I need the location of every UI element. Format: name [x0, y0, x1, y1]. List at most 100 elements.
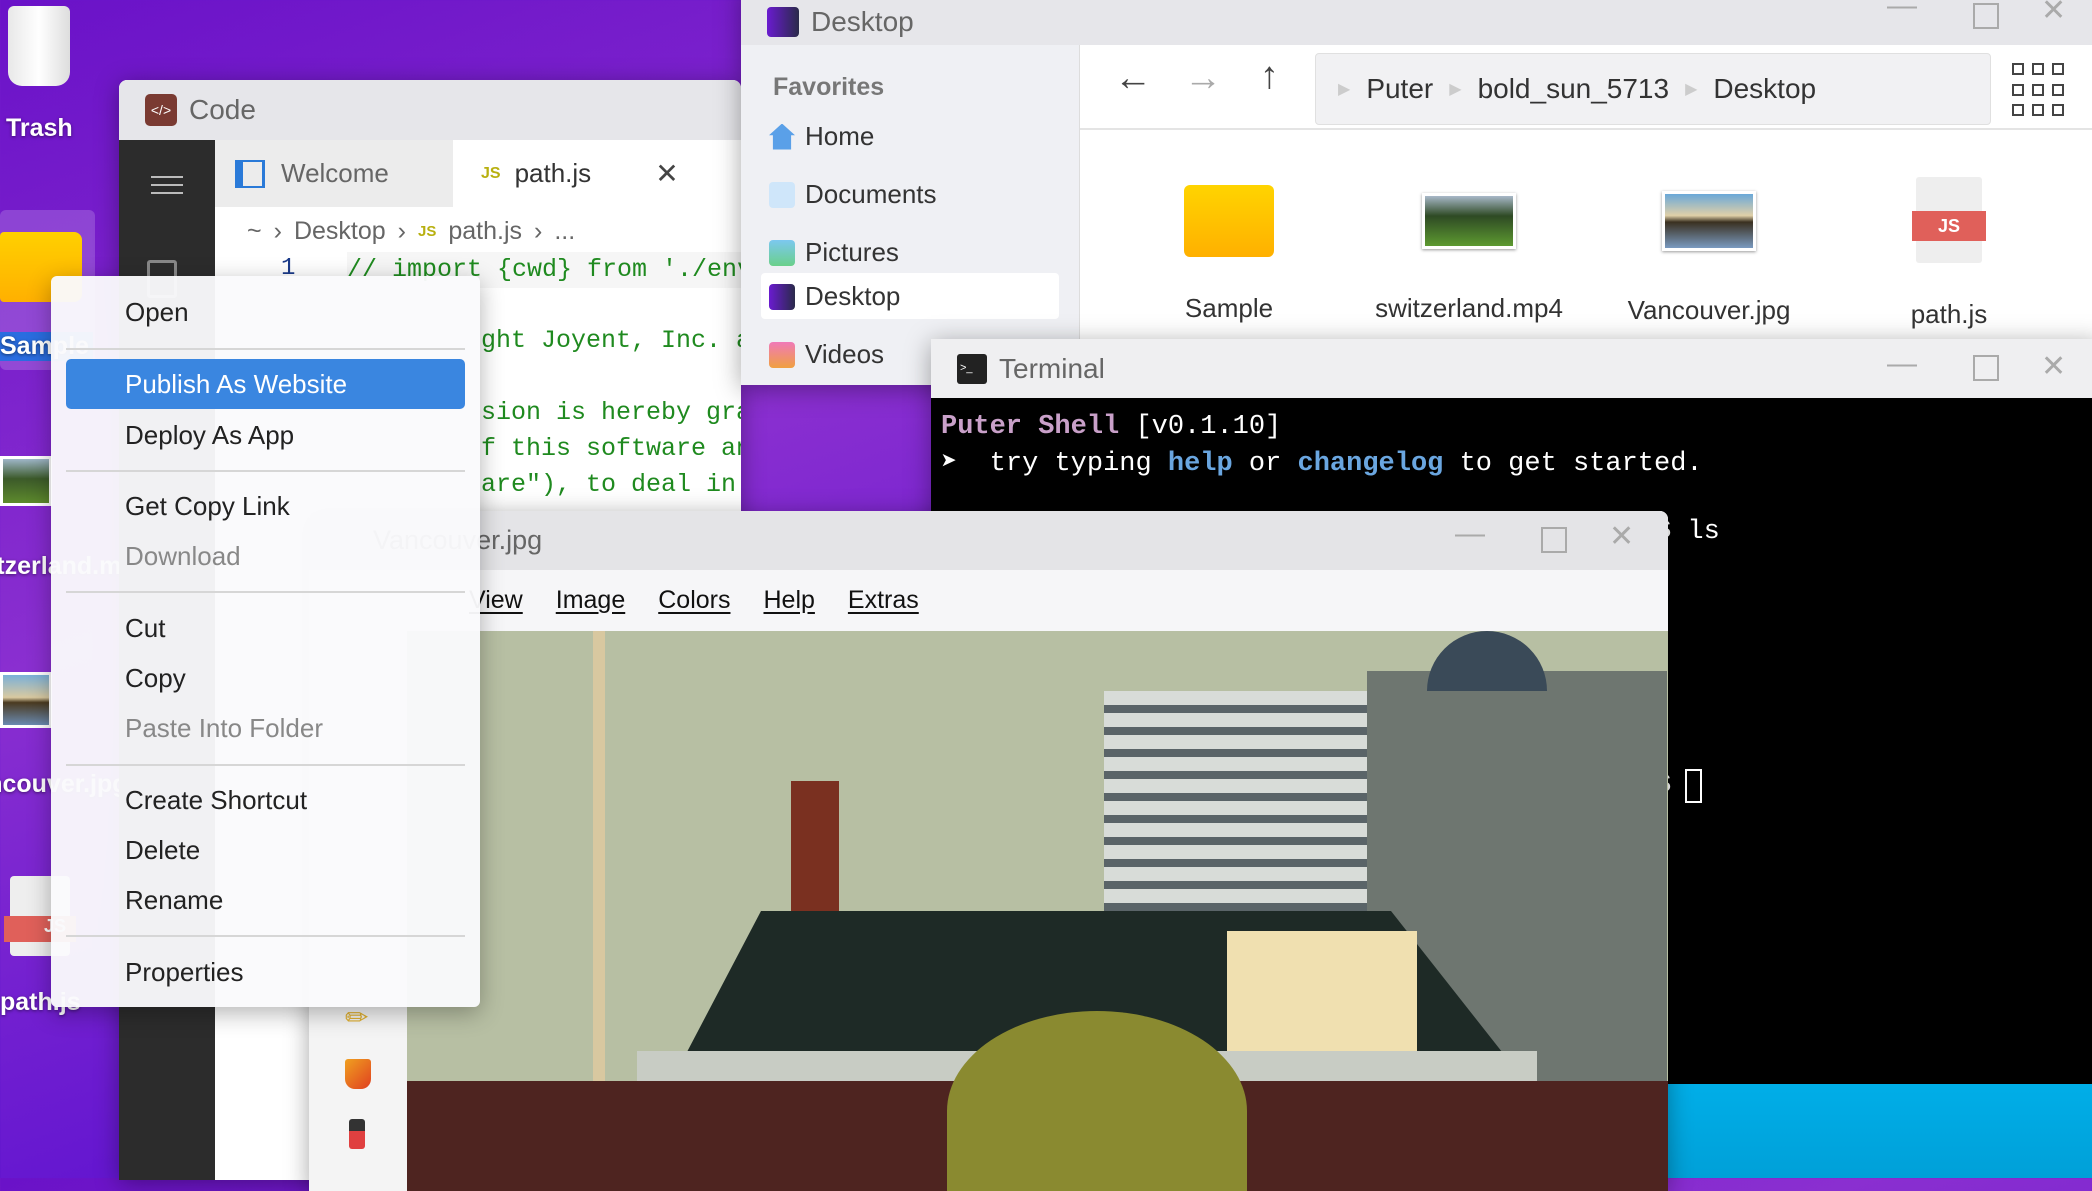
files-window: Desktop — ✕ Favorites Home Documents Pic…	[741, 0, 2092, 385]
maximize-button[interactable]	[1973, 3, 1999, 29]
file-item-sample[interactable]: Sample	[1109, 185, 1349, 324]
image-viewer-titlebar[interactable]: Vancouver.jpg — ✕	[309, 511, 1668, 570]
js-icon: JS	[481, 164, 501, 182]
sidebar-item-documents[interactable]: Documents	[769, 179, 937, 210]
spray-can-icon[interactable]	[349, 1119, 365, 1149]
code-line: are"), to deal in	[481, 470, 737, 499]
image-canvas[interactable]	[407, 631, 1668, 1191]
maximize-button[interactable]	[1541, 527, 1567, 553]
context-menu: Open Publish As Website Deploy As App Ge…	[51, 276, 480, 1007]
terminal-titlebar[interactable]: >_ Terminal — ✕	[931, 339, 2092, 398]
file-item-switzerland[interactable]: switzerland.mp4	[1349, 185, 1589, 324]
up-arrow-icon[interactable]: ↑	[1260, 55, 1279, 98]
path-bar[interactable]: ▶ Puter ▶ bold_sun_5713 ▶ Desktop	[1315, 53, 1991, 125]
pictures-icon	[769, 239, 795, 266]
menu-item-delete[interactable]: Delete	[51, 825, 480, 875]
maximize-button[interactable]	[1973, 355, 1999, 381]
sidebar-item-desktop-label[interactable]: Desktop	[769, 281, 900, 312]
shell-version: [v0.1.10]	[1135, 412, 1282, 442]
close-button[interactable]: ✕	[2041, 349, 2066, 384]
terminal-text: or	[1248, 449, 1282, 479]
files-toolbar: ← → ↑ ▶ Puter ▶ bold_sun_5713 ▶ Desktop	[1080, 45, 2092, 130]
sidebar-item-videos[interactable]: Videos	[769, 339, 884, 370]
sidebar-label: Desktop	[805, 281, 901, 311]
menu-extras[interactable]: Extras	[848, 586, 919, 615]
code-line: f this software and	[481, 434, 741, 463]
menu-item-create-shortcut[interactable]: Create Shortcut	[51, 775, 480, 825]
sidebar-label: Documents	[805, 179, 937, 209]
close-button[interactable]: ✕	[2041, 0, 2066, 28]
menu-help[interactable]: Help	[763, 586, 814, 615]
minimize-button[interactable]: —	[1455, 517, 1485, 551]
path-segment[interactable]: bold_sun_5713	[1478, 73, 1670, 105]
window-title: Code	[189, 94, 256, 125]
minimize-button[interactable]: —	[1887, 0, 1917, 23]
menu-separator	[66, 591, 465, 593]
menu-bar: View Image Colors Help Extras	[309, 570, 1668, 631]
tab-welcome[interactable]: Welcome	[215, 140, 453, 207]
terminal-text: to get started.	[1459, 449, 1703, 479]
changelog-command: changelog	[1297, 449, 1444, 479]
grid-view-icon[interactable]	[2012, 63, 2066, 117]
path-segment[interactable]: Desktop	[1713, 73, 1816, 105]
window-title: Terminal	[999, 352, 1105, 384]
menu-item-download[interactable]: Download	[51, 531, 480, 581]
sidebar-label: Pictures	[805, 237, 899, 267]
trash-icon	[8, 6, 70, 86]
menu-colors[interactable]: Colors	[658, 586, 730, 615]
documents-icon	[769, 181, 795, 208]
desktop-folder-icon	[767, 7, 799, 37]
breadcrumb-item[interactable]: Desktop	[294, 217, 386, 246]
back-arrow-icon[interactable]: ←	[1114, 57, 1152, 100]
file-label: Sample	[1184, 293, 1274, 323]
file-item-vancouver[interactable]: Vancouver.jpg	[1589, 185, 1829, 326]
breadcrumb-item[interactable]: ~	[247, 217, 262, 246]
minimize-button[interactable]: —	[1887, 347, 1917, 381]
menu-item-properties[interactable]: Properties	[51, 947, 480, 997]
sidebar-item-pictures[interactable]: Pictures	[769, 237, 899, 268]
close-button[interactable]: ✕	[1609, 519, 1634, 554]
menu-image[interactable]: Image	[556, 586, 625, 615]
desktop-icon-trash[interactable]: Trash	[0, 0, 90, 145]
code-titlebar[interactable]: </> Code	[119, 80, 741, 140]
menu-separator	[66, 348, 465, 350]
breadcrumb-item[interactable]: ...	[554, 217, 575, 246]
arrow-icon: ➤	[941, 449, 958, 479]
image-viewer-window: Vancouver.jpg — ✕ View Image Colors Help…	[309, 511, 1668, 1191]
file-label: Vancouver.jpg	[1627, 295, 1791, 325]
video-thumbnail-icon	[0, 456, 52, 506]
sidebar-label: Home	[805, 121, 875, 151]
menu-icon[interactable]	[151, 176, 183, 194]
path-segment[interactable]: Puter	[1366, 73, 1433, 105]
sidebar-item-home[interactable]: Home	[769, 121, 874, 152]
menu-item-rename[interactable]: Rename	[51, 875, 480, 925]
tab-path-js[interactable]: JS path.js ✕	[453, 140, 741, 207]
forward-arrow-icon[interactable]: →	[1184, 57, 1222, 100]
terminal-output[interactable]: Puter Shell [v0.1.10] ➤ try typing help …	[941, 409, 1703, 483]
menu-item-deploy-as-app[interactable]: Deploy As App	[51, 410, 480, 460]
breadcrumb: ~ › Desktop › JS path.js › ...	[247, 217, 576, 246]
menu-item-publish-as-website[interactable]: Publish As Website	[66, 359, 465, 409]
menu-item-copy[interactable]: Copy	[51, 653, 480, 703]
code-line: ght Joyent, Inc. ar	[481, 326, 741, 355]
terminal-icon: >_	[957, 353, 987, 384]
breadcrumb-item[interactable]: path.js	[448, 217, 522, 246]
desktop-icon-label: Trash	[6, 114, 73, 142]
window-title: Desktop	[811, 6, 914, 37]
menu-item-get-copy-link[interactable]: Get Copy Link	[51, 481, 480, 531]
terminal-cursor	[1685, 769, 1703, 803]
files-titlebar[interactable]: Desktop — ✕	[741, 0, 2092, 45]
close-tab-icon[interactable]: ✕	[655, 157, 678, 190]
js-file-icon: JS	[1912, 177, 1986, 263]
videos-icon	[769, 341, 795, 368]
file-item-path-js[interactable]: JS path.js	[1829, 177, 2069, 330]
menu-item-paste-into-folder[interactable]: Paste Into Folder	[51, 703, 480, 753]
tab-label: Welcome	[281, 158, 389, 188]
menu-separator	[66, 935, 465, 937]
menu-item-cut[interactable]: Cut	[51, 603, 480, 653]
brush-icon[interactable]	[345, 1059, 371, 1089]
menu-item-open[interactable]: Open	[51, 287, 480, 337]
home-icon	[769, 123, 795, 150]
tab-label: path.js	[514, 158, 592, 188]
js-icon: JS	[417, 223, 437, 240]
